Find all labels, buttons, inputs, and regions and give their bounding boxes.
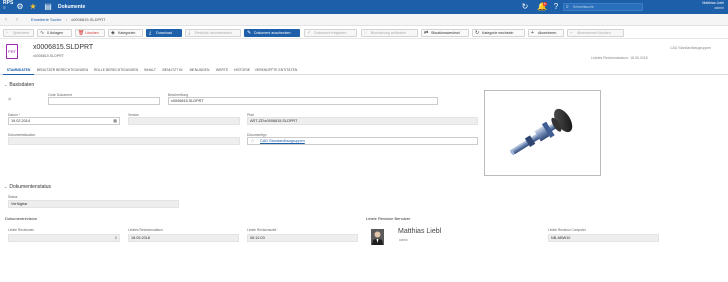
refresh-icon: ↻: [475, 30, 480, 36]
image-placeholder-icon: ▦: [8, 97, 12, 101]
app-title: Dokumente: [58, 4, 86, 10]
revise-download-button[interactable]: ⤓ Revisiös herunterladen: [185, 29, 241, 37]
download-icon: ⤓: [149, 30, 152, 36]
unlock-icon: ◌: [364, 30, 367, 36]
basisdaten-section-toggle[interactable]: ⌄ Basisdaten: [4, 82, 34, 88]
plus-icon: +: [531, 30, 534, 36]
last-revision-date-field: 18.05.2018: [128, 234, 239, 242]
breadcrumb-current: x0006815.SLDPRT: [71, 17, 106, 22]
save-icon: ▫: [6, 30, 8, 36]
tab-inhalt[interactable]: INHALT: [142, 66, 158, 75]
tab-benutzt-in[interactable]: BENUTZT IN: [160, 66, 185, 75]
tab-werte[interactable]: WERTE: [214, 66, 230, 75]
status-label: Status: [8, 195, 18, 199]
categories-button[interactable]: ◈ Kategorien: [108, 29, 143, 37]
rps-logo[interactable]: RPS ☰: [3, 1, 13, 12]
swap-icon: ⇄: [424, 30, 429, 36]
user-role: admin: [714, 5, 724, 10]
download-icon: ⤓: [188, 30, 191, 36]
history-icon[interactable]: ↻: [520, 2, 530, 12]
forward-button[interactable]: ›: [16, 17, 18, 23]
last-revision-time-label: Letzte Revisionszeit: [247, 228, 277, 232]
breadcrumb: Erweiterte Suche › x0006815.SLDPRT: [31, 17, 105, 22]
change-category-button[interactable]: ↻ Kategorie wechseln: [472, 29, 525, 37]
status-section-toggle[interactable]: ⌄ Dokumentenstatus: [4, 184, 51, 190]
last-computer-label: Letzte Revision Computer: [548, 228, 586, 232]
last-computer-field: NB-ABW10: [548, 234, 659, 242]
last-revision-date-label: Letztes Revisionsdatum: [128, 228, 164, 232]
path-field: ART-ZD\x0006815.SLDPRT: [247, 117, 478, 125]
tab-verknuepfte-entitaeten[interactable]: VERKNÜPFTE ENTITÄTEN: [254, 66, 298, 75]
description-field[interactable]: x0006815.SLDPRT: [168, 97, 438, 105]
code-field[interactable]: [48, 97, 160, 105]
document-type-label: CAD Standardbaugruppen: [670, 46, 712, 50]
download-button[interactable]: ⤓ Download: [146, 29, 182, 37]
delete-button[interactable]: 🗑 Löschen: [75, 29, 105, 37]
tab-stammdaten[interactable]: STAMMDATEN: [3, 66, 34, 75]
back-button[interactable]: ‹: [5, 17, 7, 23]
check-icon: ✓: [307, 30, 312, 36]
help-icon[interactable]: ?: [551, 2, 561, 12]
tab-rolle-berechtigungen[interactable]: ROLLE BERECHTIGUNGEN: [92, 66, 140, 75]
breadcrumb-bar: ‹ › Erweiterte Suche › x0006815.SLDPRT: [0, 14, 728, 26]
minus-icon: −: [570, 30, 573, 36]
page-subtitle: x0006815.SLDPRT: [33, 54, 64, 58]
trash-icon: 🗑: [78, 30, 85, 36]
page-title: x0006815.SLDPRT: [33, 44, 94, 51]
paperclip-icon: ∿: [40, 30, 45, 36]
breadcrumb-parent[interactable]: Erweiterte Suche: [31, 17, 61, 22]
document-preview-image: [484, 90, 601, 176]
last-revision-user-role: admin: [399, 238, 408, 242]
user-photo: [371, 229, 384, 245]
last-revisions-label: Letzte Revisionen: [8, 228, 35, 232]
last-revision-time-field: 06:12:03: [247, 234, 358, 242]
release-document-button[interactable]: ✓ Dokument freigeben: [304, 29, 357, 37]
breadcrumb-separator: ›: [65, 17, 67, 22]
unlock-button[interactable]: ◌ Blockierung aufheben: [361, 29, 418, 37]
menu-icon[interactable]: ⚙: [15, 2, 25, 12]
pencil-icon: ✎: [247, 30, 252, 36]
chevron-down-icon: ⌄: [4, 82, 8, 87]
file-icon: PRT: [6, 44, 18, 59]
notification-badge: 5: [543, 2, 547, 6]
calendar-icon[interactable]: ▦: [113, 118, 117, 124]
star-icon[interactable]: ★: [28, 2, 38, 12]
status-field: Verfügbar: [8, 200, 179, 208]
link-icon: ◇: [251, 139, 254, 143]
chevron-down-icon: ⌄: [4, 184, 8, 189]
user-menu[interactable]: Matthias Liebl admin: [684, 1, 724, 10]
search-placeholder: Schnellsuche: [573, 5, 594, 9]
search-icon: ⌕: [566, 4, 569, 10]
documents-icon: ▤: [44, 2, 52, 11]
tab-bar: STAMMDATEN BENUTZER BERECHTIGUNGEN ROLLE…: [0, 66, 728, 75]
version-field: [128, 117, 240, 125]
tab-historie[interactable]: HISTORIE: [232, 66, 252, 75]
document-header: PRT x0006815.SLDPRT x0006815.SLDPRT CAD …: [0, 39, 728, 65]
part-thumbnail: [510, 108, 573, 155]
tab-benutzer-berechtigungen[interactable]: BENUTZER BERECHTIGUNGEN: [36, 66, 89, 75]
last-revision-date: Letztes Revisionsdatum: 18.05.2018: [591, 56, 648, 60]
tab-menungen[interactable]: MENUNGEN: [187, 66, 212, 75]
top-bar: RPS ☰ ⚙ ★ ▤ Dokumente ↻ 🔔 5 ? ⌕ Schnellsu…: [0, 0, 728, 14]
checkout-document-button[interactable]: ✎ Dokument auschecken: [244, 29, 300, 37]
doctype-link[interactable]: CAD Standardbaugruppen: [260, 139, 305, 143]
last-revision-user-name: Matthias Liebl: [398, 228, 442, 235]
situation-field: [8, 137, 240, 145]
revision-section-title: Dokumentrevision: [5, 216, 38, 221]
quick-search-input[interactable]: ⌕ Schnellsuche: [563, 3, 643, 11]
subscribe-button[interactable]: + Abonnieren: [528, 29, 564, 37]
avatar: [371, 229, 384, 245]
attachments-button[interactable]: ∿ 0 Anlagen: [37, 29, 72, 37]
situation-change-button[interactable]: ⇄ Situationswechsel: [421, 29, 469, 37]
save-button[interactable]: ▫ Speichern: [3, 29, 34, 37]
last-user-title: Letzte Revision Benutzer: [366, 216, 411, 221]
toolbar: ▫ Speichern ∿ 0 Anlagen 🗑 Löschen ◈ Kategori…: [0, 27, 728, 39]
doctype-field[interactable]: ◇ CAD Standardbaugruppen: [247, 137, 478, 145]
last-revisions-field: 1: [8, 234, 120, 242]
tag-icon: ◈: [111, 30, 115, 36]
unsubscribe-button[interactable]: − Abonnement löschen: [567, 29, 624, 37]
date-field[interactable]: 19.02.2014 ▦: [8, 117, 120, 125]
